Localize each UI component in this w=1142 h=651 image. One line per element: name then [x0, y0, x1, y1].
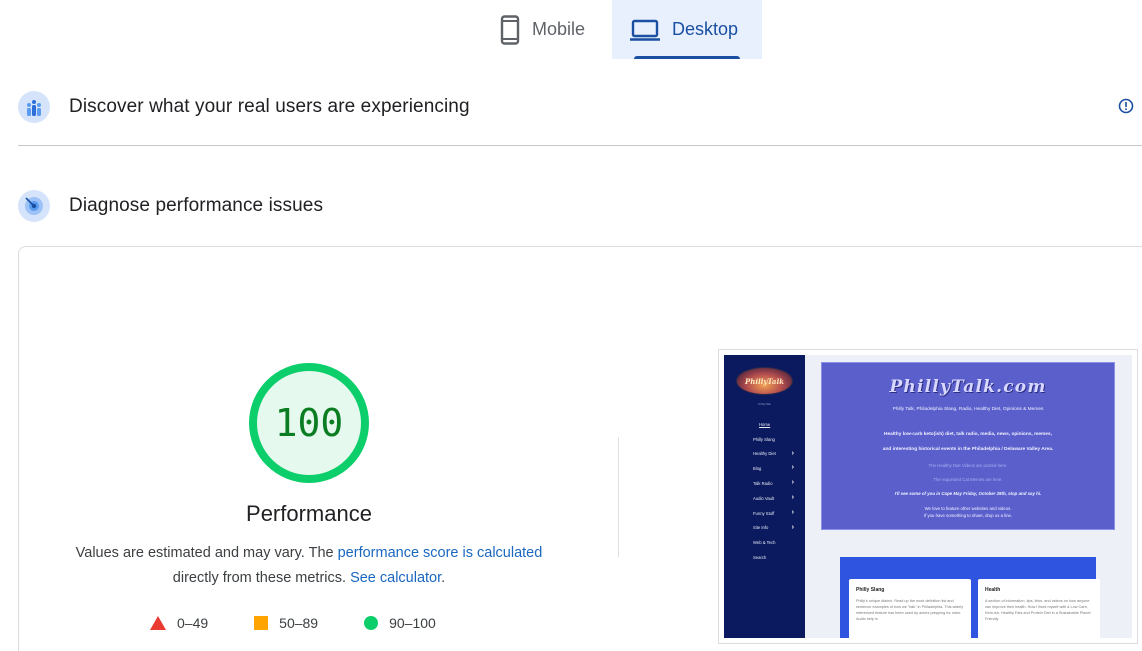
- site-nav-item: Healthy Diet ›: [753, 449, 794, 457]
- site-hero-link-2: The requested Cat Memes are here.: [933, 477, 1003, 482]
- chevron-right-icon: ›: [791, 508, 794, 516]
- site-hero-bold-2: and interesting historical events in the…: [882, 447, 1054, 452]
- score-legend: 0–49 50–89 90–100: [150, 615, 482, 631]
- site-hero-contact-2: If you have something to share, drop us …: [923, 513, 1013, 518]
- tab-desktop-label: Desktop: [672, 19, 739, 39]
- crux-users-icon: [18, 91, 50, 123]
- site-card: Philly Slang Philly's unique dialect. Re…: [849, 579, 971, 638]
- site-preview: PhillyTalk PhillyTalk Home Philly Slang …: [724, 355, 1132, 638]
- legend-pass: 90–100: [364, 615, 436, 631]
- site-hero-bold-1: Healthy low-carb keto(ish) diet, talk ra…: [884, 432, 1052, 437]
- site-logo: PhillyTalk: [736, 367, 793, 395]
- performance-title: Performance: [246, 501, 372, 526]
- site-logo-text: PhillyTalk: [745, 376, 784, 386]
- diagnose-title: Diagnose performance issues: [69, 195, 324, 216]
- site-hero-contact-1: We love to feature other websites and vi…: [924, 506, 1012, 511]
- laptop-icon: [630, 19, 660, 41]
- site-card-text: A section of information, tips, links, a…: [985, 599, 1091, 621]
- site-hero-title: PhillyTalk.com: [889, 377, 1047, 397]
- circle-icon: [364, 616, 379, 630]
- desc-middle: directly from these metrics.: [172, 570, 351, 586]
- site-card: Health A section of information, tips, l…: [978, 579, 1100, 638]
- see-calculator-link[interactable]: See calculator: [350, 570, 441, 586]
- site-nav: Home Philly Slang Healthy Diet › Blog › Ta…: [724, 417, 805, 565]
- triangle-icon: [150, 616, 166, 630]
- tab-desktop[interactable]: Desktop: [612, 0, 762, 59]
- site-card-text: Philly's unique dialect. Read up the wor…: [856, 599, 964, 621]
- lighthouse-radar-icon: [18, 190, 50, 222]
- chevron-right-icon: ›: [791, 464, 794, 472]
- tab-mobile-label: Mobile: [532, 19, 586, 39]
- chevron-right-icon: ›: [791, 449, 794, 457]
- site-hero-subtitle: Philly Talk, Philadelphia Slang, Radio, …: [892, 407, 1044, 412]
- site-hero: PhillyTalk.com Philly Talk, Philadelphia…: [821, 362, 1115, 530]
- discover-title: Discover what your real users are experi…: [69, 96, 470, 117]
- legend-fail-range: 0–49: [177, 615, 209, 631]
- section-divider: [18, 145, 1142, 146]
- site-nav-item: Search: [753, 555, 767, 561]
- site-cards-section: Philly Slang Philly's unique dialect. Re…: [840, 557, 1100, 638]
- final-screenshot[interactable]: PhillyTalk PhillyTalk Home Philly Slang …: [718, 349, 1138, 644]
- site-logo-sub: PhillyTalk: [758, 402, 771, 406]
- legend-fail: 0–49: [150, 615, 208, 631]
- site-nav-item: Funny Stuff ›: [753, 508, 794, 516]
- smartphone-icon: [500, 14, 520, 45]
- legend-average: 50–89: [254, 615, 318, 631]
- square-icon: [254, 616, 269, 630]
- desc-suffix: .: [441, 570, 446, 586]
- form-factor-tabs: Mobile Desktop: [482, 0, 762, 59]
- diagnose-section-header: Diagnose performance issues: [18, 187, 1142, 225]
- info-icon[interactable]: [1118, 98, 1134, 114]
- site-hero-italic: I'll see some of you in Cape May Friday,…: [894, 491, 1042, 496]
- legend-average-range: 50–89: [279, 615, 319, 631]
- site-hero-link-1: The Healthy Diet Videos are posted here.: [928, 463, 1008, 468]
- site-card-title: Health: [985, 587, 1001, 593]
- discover-section-header: Discover what your real users are experi…: [18, 88, 1142, 126]
- chevron-right-icon: ›: [791, 479, 794, 487]
- desc-prefix: Values are estimated and may vary. The: [75, 545, 338, 561]
- site-nav-item: Home: [759, 421, 771, 427]
- performance-description: Values are estimated and may vary. The p…: [40, 541, 578, 591]
- site-nav-item: Blog ›: [753, 464, 794, 472]
- site-nav-item: Talk Radio ›: [753, 479, 794, 487]
- site-nav-item: Site Info ›: [753, 523, 794, 531]
- legend-pass-range: 90–100: [389, 615, 436, 631]
- tab-mobile[interactable]: Mobile: [482, 0, 612, 59]
- card-vertical-divider: [618, 437, 619, 557]
- chevron-right-icon: ›: [791, 493, 794, 501]
- site-sidebar: PhillyTalk PhillyTalk Home Philly Slang …: [724, 355, 805, 638]
- site-card-title: Philly Slang: [856, 587, 885, 593]
- score-calculated-link[interactable]: performance score is calculated: [338, 545, 543, 561]
- site-nav-item: Audio Vault ›: [753, 493, 794, 501]
- chevron-right-icon: ›: [791, 523, 794, 531]
- site-nav-item: Philly Slang: [753, 436, 775, 442]
- performance-score: 100: [274, 401, 344, 445]
- site-nav-item: Web & Tech: [753, 540, 776, 546]
